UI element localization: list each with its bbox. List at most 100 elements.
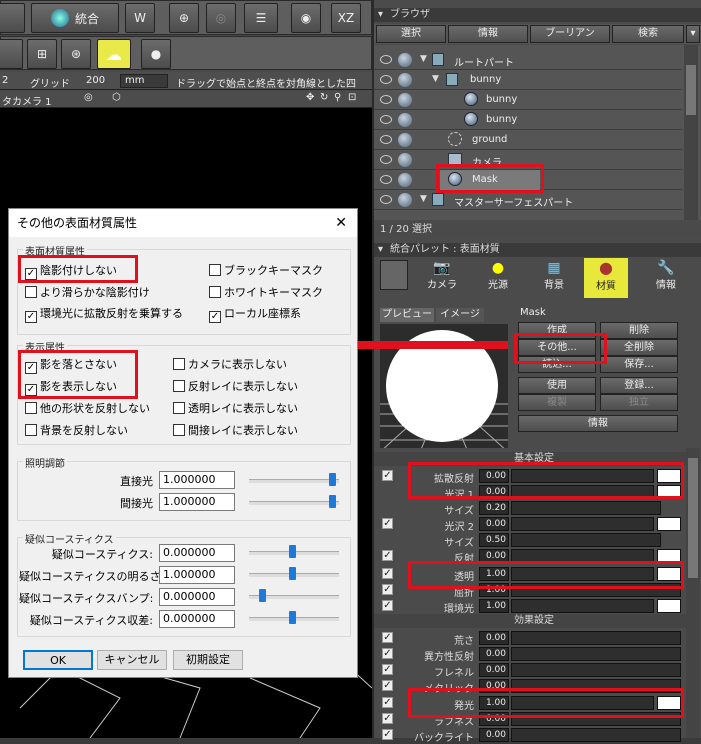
prop-slider[interactable]: [511, 631, 681, 645]
prop-checkbox[interactable]: ✓: [382, 648, 393, 659]
visibility-dot-icon[interactable]: [398, 113, 412, 127]
independent-button[interactable]: 独立: [600, 394, 678, 411]
mesh-button[interactable]: ⊞: [27, 39, 57, 69]
target-view-icon[interactable]: ◎: [84, 92, 93, 103]
prop-size2[interactable]: サイズ 0.50: [374, 532, 694, 549]
prop-checkbox[interactable]: ✓: [382, 470, 393, 481]
prop-slider[interactable]: [511, 517, 654, 531]
check-hide-transparent-ray[interactable]: 透明レイに表示しない: [173, 402, 298, 416]
prop-checkbox[interactable]: ✓: [382, 729, 393, 740]
caustics-bump-input[interactable]: 0.000000: [159, 588, 235, 606]
tool-button-1[interactable]: [0, 3, 25, 33]
tree-row-master-surface[interactable]: ▼ マスターサーフェスパート: [374, 190, 682, 210]
prop-slider[interactable]: [511, 728, 681, 742]
caustics-brightness-slider[interactable]: [249, 567, 339, 580]
sphere-grid-button[interactable]: ⊛: [61, 39, 91, 69]
tab-info-palette[interactable]: 🔧 情報: [646, 260, 686, 291]
prop-slider[interactable]: [511, 599, 654, 613]
prop-value[interactable]: 0.00: [479, 663, 509, 677]
tool-button-a[interactable]: [0, 39, 23, 69]
indirect-light-input[interactable]: 1.000000: [159, 493, 235, 511]
collapse-icon[interactable]: ▾: [378, 8, 383, 22]
prop-value[interactable]: 0.00: [479, 728, 509, 742]
prop-value[interactable]: 1.00: [479, 599, 509, 613]
prop-backlight[interactable]: ✓ バックライト 0.00: [374, 727, 694, 744]
color-swatch[interactable]: [657, 517, 681, 531]
rotate-icon[interactable]: ↻: [320, 92, 328, 103]
check-hide-indirect-ray[interactable]: 間接レイに表示しない: [173, 424, 298, 438]
unit-select[interactable]: mm: [120, 74, 168, 88]
palette-tab-icon[interactable]: [380, 260, 408, 290]
eye-icon[interactable]: [380, 135, 392, 144]
preview-tab[interactable]: プレビュー: [380, 308, 434, 322]
visibility-dot-icon[interactable]: [398, 73, 412, 87]
globe-button[interactable]: ◉: [291, 3, 321, 33]
tree-row-bunny-1[interactable]: bunny: [374, 90, 682, 110]
visibility-dot-icon[interactable]: [398, 53, 412, 67]
move-icon[interactable]: ✥: [306, 92, 314, 103]
slider-knob[interactable]: [289, 545, 296, 558]
camera-label[interactable]: タカメラ 1: [2, 93, 52, 108]
close-icon[interactable]: ✕: [335, 209, 347, 237]
expand-icon[interactable]: ▼: [420, 54, 427, 64]
prop-value[interactable]: 0.00: [479, 647, 509, 661]
tab-material[interactable]: ● 材質: [584, 258, 628, 298]
tab-light[interactable]: ● 光源: [478, 260, 518, 291]
slider-knob[interactable]: [329, 473, 336, 486]
section-effect[interactable]: 効果設定: [374, 614, 694, 628]
cloud-button[interactable]: ☁: [97, 39, 131, 69]
register-button[interactable]: 登録...: [600, 377, 678, 394]
image-tab[interactable]: イメージ: [436, 308, 484, 322]
info-button[interactable]: 情報: [518, 415, 678, 432]
use-button[interactable]: 使用: [518, 377, 596, 394]
prop-value[interactable]: 0.00: [479, 517, 509, 531]
prop-checkbox[interactable]: ✓: [382, 518, 393, 529]
cube-icon[interactable]: ⬡: [112, 92, 121, 103]
visibility-dot-icon[interactable]: [398, 173, 412, 187]
caustics-slider[interactable]: [249, 545, 339, 558]
prop-slider[interactable]: [511, 501, 661, 515]
disabled-button[interactable]: ◎: [206, 3, 236, 33]
tab-camera[interactable]: 📷 カメラ: [422, 260, 462, 291]
eye-icon[interactable]: [380, 75, 392, 84]
prop-slider[interactable]: [511, 647, 681, 661]
eye-icon[interactable]: [380, 115, 392, 124]
w-button[interactable]: W: [125, 3, 155, 33]
prop-size1[interactable]: サイズ 0.20: [374, 500, 694, 517]
unify-button[interactable]: 統合: [31, 3, 119, 33]
prop-ambient[interactable]: ✓ 環境光 1.00: [374, 598, 694, 615]
checkbox[interactable]: [209, 264, 221, 276]
eye-icon[interactable]: [380, 95, 392, 104]
tree-row-root[interactable]: ▼ ルートパート: [374, 50, 682, 70]
visibility-dot-icon[interactable]: [398, 193, 412, 207]
prop-anisotropic[interactable]: ✓ 異方性反射 0.00: [374, 646, 694, 663]
checkbox[interactable]: [173, 380, 185, 392]
tree-row-bunny-2[interactable]: bunny: [374, 110, 682, 130]
tree-scrollbar[interactable]: [684, 45, 698, 220]
tab-info[interactable]: 情報: [448, 25, 528, 43]
tab-select[interactable]: 選択: [376, 25, 446, 43]
check-white-key[interactable]: ホワイトキーマスク: [209, 286, 323, 300]
prop-checkbox[interactable]: ✓: [382, 550, 393, 561]
checkbox[interactable]: [173, 424, 185, 436]
dialog-titlebar[interactable]: その他の表面材質属性 ✕: [9, 209, 357, 237]
check-no-reflect-bg[interactable]: 背景を反射しない: [25, 424, 128, 438]
checkbox[interactable]: [25, 402, 37, 414]
tree-row-ground[interactable]: ground: [374, 130, 682, 150]
tab-boolean[interactable]: ブーリアン: [530, 25, 610, 43]
prop-fresnel[interactable]: ✓ フレネル 0.00: [374, 662, 694, 679]
eye-icon[interactable]: [380, 175, 392, 184]
prop-value[interactable]: 0.20: [479, 501, 509, 515]
prop-roughness[interactable]: ✓ 荒さ 0.00: [374, 630, 694, 647]
prop-gloss2[interactable]: ✓ 光沢 2 0.00: [374, 516, 694, 533]
prop-checkbox[interactable]: ✓: [382, 632, 393, 643]
visibility-dot-icon[interactable]: [398, 93, 412, 107]
direct-light-slider[interactable]: [249, 473, 339, 486]
eye-icon[interactable]: [380, 195, 392, 204]
prop-checkbox[interactable]: ✓: [382, 697, 393, 708]
visibility-dot-icon[interactable]: [398, 133, 412, 147]
prop-value[interactable]: 0.50: [479, 533, 509, 547]
caustics-brightness-input[interactable]: 1.000000: [159, 566, 235, 584]
checkbox[interactable]: ✓: [25, 311, 37, 323]
check-no-reflect-others[interactable]: 他の形状を反射しない: [25, 402, 150, 416]
